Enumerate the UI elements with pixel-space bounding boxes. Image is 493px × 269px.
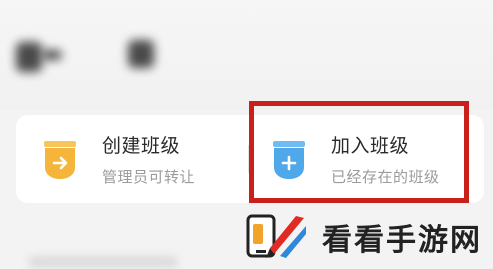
watermark: 看看手游网 (244, 210, 482, 264)
create-class-icon (32, 131, 88, 187)
watermark-text: 看看手游网 (322, 223, 482, 258)
create-class-button[interactable]: 创建班级 管理员可转让 (32, 115, 237, 203)
arrow-right-icon (44, 141, 76, 179)
create-class-title: 创建班级 (102, 135, 181, 157)
blurred-avatar (16, 42, 42, 72)
highlight-box (249, 101, 469, 203)
create-class-subtitle: 管理员可转让 (102, 168, 196, 186)
blurred-name (128, 40, 154, 68)
bottom-blurred-content (28, 256, 178, 268)
blurred-avatar-tail (42, 50, 62, 60)
header-area (0, 0, 493, 110)
watermark-logo-icon (246, 214, 306, 258)
